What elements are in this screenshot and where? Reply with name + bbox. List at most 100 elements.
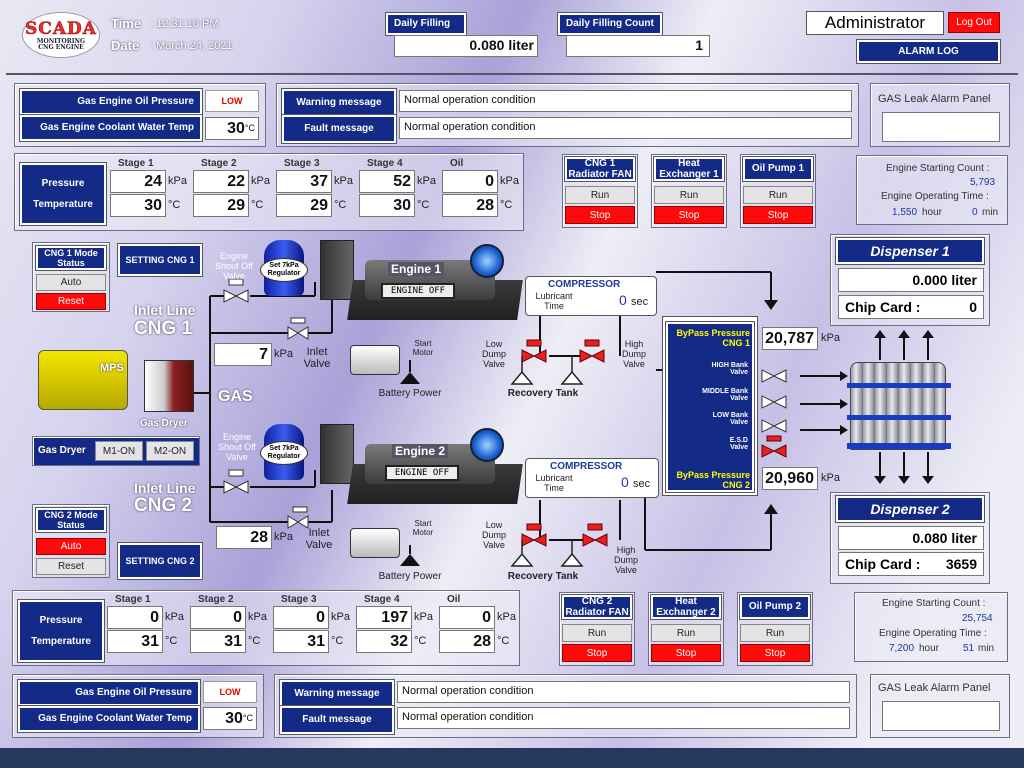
engine2-stage-header: Oil (447, 594, 461, 605)
header-divider (6, 73, 1018, 75)
engine1-min-unit: min (982, 207, 999, 218)
setting-cng2-button[interactable]: SETTING CNG 2 (117, 542, 203, 580)
cng1-battery-label: Battery Power (378, 388, 442, 399)
engine1-temperature-value: 30 (110, 194, 166, 217)
engine1-pressure-value: 22 (193, 170, 249, 193)
engine1-fan-stop-button[interactable]: Stop (565, 206, 635, 224)
gas-dryer-caption: Gas Dryer (140, 418, 188, 429)
cng1-inlet-line-label: Inlet Line (134, 302, 196, 318)
cng2-auto-button[interactable]: Auto (36, 538, 106, 555)
engine1-temperature-unit: °C (168, 199, 181, 211)
engine2-pressure-value: 0 (273, 606, 329, 629)
engine1-stage-header: Stage 3 (284, 158, 320, 169)
engine1-coolant-value: 30 °C (205, 117, 259, 140)
engine1-fan-run-button[interactable]: Run (565, 186, 635, 204)
engine1-temperature-unit: °C (334, 199, 347, 211)
date-value: : March 24, 2021 (150, 40, 233, 52)
dryer-m1-button[interactable]: M1-ON (95, 441, 143, 461)
engine1-temperature-unit: °C (251, 199, 264, 211)
engine1-pump-run-button[interactable]: Run (743, 186, 813, 204)
alarm-log-button[interactable]: ALARM LOG (856, 39, 1001, 64)
daily-count-label: Daily Filling Count (557, 12, 663, 36)
engine2-pump-stop-button[interactable]: Stop (740, 644, 810, 662)
engine2-coolant-number: 30 (225, 709, 243, 727)
engine1-stage-header: Oil (450, 158, 464, 169)
engine2-temperature-value: 31 (190, 630, 246, 653)
engine1-gas-leak-label: GAS Leak Alarm Panel (878, 93, 991, 105)
engine2-stage-header: Stage 1 (115, 594, 151, 605)
engine2-coolant-value: 30 °C (203, 707, 257, 730)
engine2-status: ENGINE OFF (385, 465, 459, 481)
regulator1-tag: Set 7kPa Regulator (260, 258, 308, 282)
bypass1-label: ByPass Pressure CNG 1 (676, 328, 750, 348)
engine2-fan-label: CNG 2 Radiator FAN (561, 594, 633, 620)
gas-dryer-panel-label: Gas Dryer (38, 445, 86, 456)
mps-machine (38, 350, 128, 410)
engine1-pump-stop-button[interactable]: Stop (743, 206, 813, 224)
engine2-coolant-unit: °C (242, 712, 253, 723)
engine1-temperature-value: 28 (442, 194, 498, 217)
setting-cng1-button[interactable]: SETTING CNG 1 (117, 243, 203, 277)
cng2-high-dump-label: High Dump Valve (613, 545, 638, 575)
engine2-fan-run-button[interactable]: Run (562, 624, 632, 642)
engine2-gas-leak-label: GAS Leak Alarm Panel (878, 682, 991, 694)
engine2-temperature-value: 31 (273, 630, 329, 653)
engine1-oil-pressure-value: LOW (205, 90, 259, 112)
engine2-temperature-value: 32 (356, 630, 412, 653)
dispenser1-volume: 0.000 liter (838, 268, 984, 292)
engine1-fan-label: CNG 1 Radiator FAN (564, 156, 636, 182)
engine1-pressure-unit: kPa (251, 175, 270, 187)
engine2-temperature-value: 31 (107, 630, 163, 653)
engine2-temperature-unit: °C (497, 635, 510, 647)
cng1-auto-button[interactable]: Auto (36, 274, 106, 291)
dispenser2-chip-row: Chip Card : 3659 (838, 552, 984, 576)
logo-subtitle: MONITORING CNG ENGINE (36, 38, 86, 51)
logout-button[interactable]: Log Out (948, 12, 1000, 33)
engine2-stage-header: Stage 2 (198, 594, 234, 605)
engine2-hour-unit: hour (919, 643, 940, 654)
engine2-temperature-label: Temperature (31, 636, 91, 647)
cng1-reset-button[interactable]: Reset (36, 293, 106, 310)
engine2-hx-stop-button[interactable]: Stop (651, 644, 721, 662)
engine1-pressure-value: 0 (442, 170, 498, 193)
engine2-start-count: 25,754 (962, 613, 993, 624)
cng2-mode-status-label: CNG 2 Mode Status (35, 507, 107, 533)
engine1-temperature-value: 30 (359, 194, 415, 217)
engine1-temperature-unit: °C (500, 199, 513, 211)
engine1-temperature-unit: °C (417, 199, 430, 211)
engine2-pressure-value: 0 (190, 606, 246, 629)
engine2-op-min: 51 (963, 643, 975, 654)
user-name: Administrator (806, 11, 944, 35)
engine1-oil-pressure-label: Gas Engine Oil Pressure (19, 88, 203, 116)
cng2-reset-button[interactable]: Reset (36, 558, 106, 575)
cng2-inlet-line-label: Inlet Line (134, 480, 196, 496)
engine1-temperature-label: Temperature (33, 199, 93, 210)
compressor2-lub-value: 0 (621, 474, 629, 490)
engine1-stage-header: Stage 1 (118, 158, 154, 169)
engine2-op-hours: 7,200 (889, 643, 915, 654)
engine2-pump-label: Oil Pump 2 (739, 594, 811, 620)
engine1-pump-label: Oil Pump 1 (742, 156, 814, 182)
engine1-hx-run-button[interactable]: Run (654, 186, 724, 204)
footer-bar (0, 748, 1024, 768)
cng1-shutoff-label: Engine Shout Off Valve (215, 251, 253, 281)
engine1-warning-label: Warning message (281, 88, 397, 118)
engine1-status: ENGINE OFF (381, 283, 455, 299)
engine1-warning-value: Normal operation condition (399, 90, 852, 112)
engine1-hx-stop-button[interactable]: Stop (654, 206, 724, 224)
engine2-hx-run-button[interactable]: Run (651, 624, 721, 642)
engine1-gas-leak-box (882, 112, 1000, 142)
esd-label: E.S.D Valve (729, 437, 748, 451)
time-value: : 12:31:10 PM (150, 18, 219, 30)
engine2-fan-stop-button[interactable]: Stop (562, 644, 632, 662)
dispenser2-volume: 0.080 liter (838, 526, 984, 550)
engine2-name: Engine 2 (392, 444, 449, 458)
engine2-start-count-label: Engine Starting Count : (882, 598, 986, 609)
engine1-stage-header: Stage 2 (201, 158, 237, 169)
engine1-op-min: 0 (972, 207, 978, 218)
engine1-op-time-label: Engine Operating Time : (881, 191, 989, 202)
dryer-m2-button[interactable]: M2-ON (146, 441, 194, 461)
engine2-pump-run-button[interactable]: Run (740, 624, 810, 642)
cng1-recovery-label: Recovery Tank (507, 388, 579, 399)
logo: SCADA MONITORING CNG ENGINE (22, 12, 100, 58)
